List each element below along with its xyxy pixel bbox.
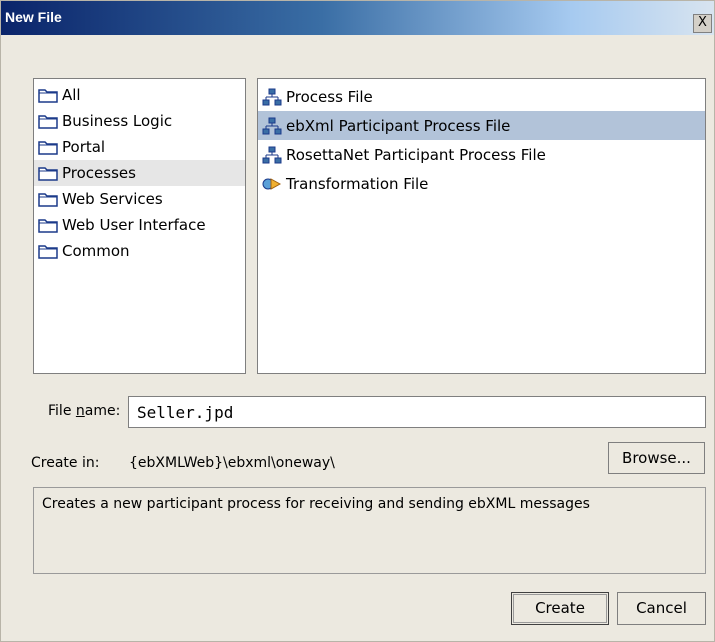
category-label: Portal xyxy=(62,138,106,156)
create-in-path: {ebXMLWeb}\ebxml\oneway\ xyxy=(129,455,335,471)
file-type-label: Transformation File xyxy=(286,174,429,193)
category-label: Processes xyxy=(62,164,136,182)
category-item-all[interactable]: All xyxy=(34,82,245,108)
transformation-icon xyxy=(261,175,283,193)
cancel-button[interactable]: Cancel xyxy=(617,592,706,625)
new-file-dialog: New File X All Business Logic Portal Pro… xyxy=(0,0,715,642)
file-type-label: Process File xyxy=(286,87,373,106)
category-item-web-user-interface[interactable]: Web User Interface xyxy=(34,212,245,238)
category-label: All xyxy=(62,86,81,104)
category-item-business-logic[interactable]: Business Logic xyxy=(34,108,245,134)
file-type-item-ebxml-participant[interactable]: ebXml Participant Process File xyxy=(258,111,705,140)
close-button[interactable]: X xyxy=(693,14,712,33)
file-name-input[interactable]: Seller.jpd xyxy=(128,396,706,428)
category-label: Web Services xyxy=(62,190,163,208)
category-list: All Business Logic Portal Processes Web … xyxy=(33,78,246,374)
folder-icon xyxy=(37,190,59,208)
file-type-label: ebXml Participant Process File xyxy=(286,116,511,135)
file-type-list: Process File ebXml Participant Process F… xyxy=(257,78,706,374)
process-icon xyxy=(261,117,283,135)
category-item-web-services[interactable]: Web Services xyxy=(34,186,245,212)
category-item-processes[interactable]: Processes xyxy=(34,160,245,186)
category-item-common[interactable]: Common xyxy=(34,238,245,264)
title-bar[interactable]: New File X xyxy=(1,1,714,35)
category-item-portal[interactable]: Portal xyxy=(34,134,245,160)
browse-button[interactable]: Browse... xyxy=(608,442,705,474)
category-label: Common xyxy=(62,242,130,260)
folder-icon xyxy=(37,216,59,234)
file-type-item-process-file[interactable]: Process File xyxy=(258,82,705,111)
folder-icon xyxy=(37,164,59,182)
create-in-label: Create in: xyxy=(31,455,100,471)
dialog-title: New File xyxy=(5,9,62,25)
folder-icon xyxy=(37,242,59,260)
category-label: Business Logic xyxy=(62,112,173,130)
file-type-item-transformation[interactable]: Transformation File xyxy=(258,169,705,198)
file-type-label: RosettaNet Participant Process File xyxy=(286,145,546,164)
folder-icon xyxy=(37,86,59,104)
create-button[interactable]: Create xyxy=(511,592,609,625)
folder-icon xyxy=(37,138,59,156)
process-icon xyxy=(261,146,283,164)
file-type-item-rosettanet-participant[interactable]: RosettaNet Participant Process File xyxy=(258,140,705,169)
file-name-label: File name: xyxy=(48,403,121,419)
process-icon xyxy=(261,88,283,106)
folder-icon xyxy=(37,112,59,130)
description-box: Creates a new participant process for re… xyxy=(33,487,706,574)
category-label: Web User Interface xyxy=(62,216,206,234)
